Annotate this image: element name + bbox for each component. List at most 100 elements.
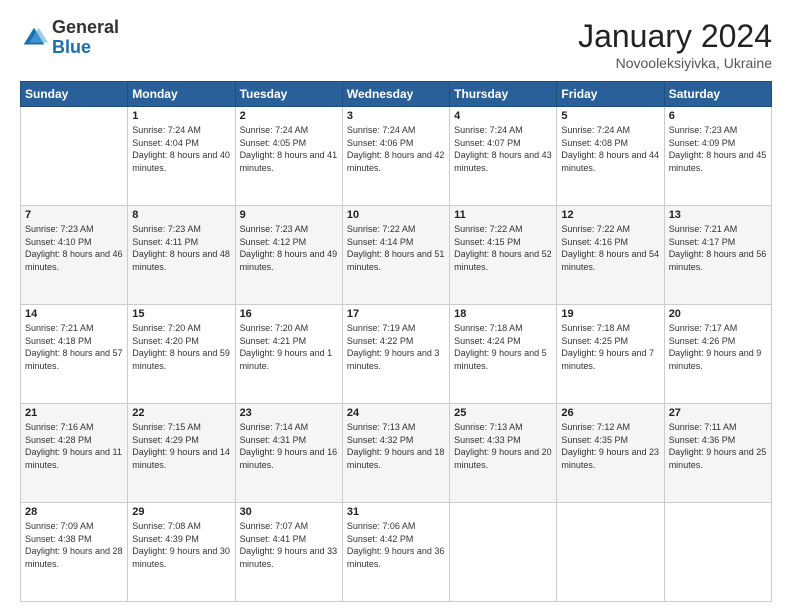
cell-info: Sunrise: 7:15 AMSunset: 4:29 PMDaylight:…: [132, 421, 230, 471]
cell-info: Sunrise: 7:24 AMSunset: 4:05 PMDaylight:…: [240, 124, 338, 174]
logo-blue: Blue: [52, 37, 91, 57]
day-number: 31: [347, 506, 445, 518]
cell-info: Sunrise: 7:21 AMSunset: 4:18 PMDaylight:…: [25, 322, 123, 372]
cell-info: Sunrise: 7:07 AMSunset: 4:41 PMDaylight:…: [240, 520, 338, 570]
day-number: 8: [132, 209, 230, 221]
day-number: 12: [561, 209, 659, 221]
cell-info: Sunrise: 7:06 AMSunset: 4:42 PMDaylight:…: [347, 520, 445, 570]
table-cell: 7 Sunrise: 7:23 AMSunset: 4:10 PMDaylight…: [21, 206, 128, 305]
table-cell: 21 Sunrise: 7:16 AMSunset: 4:28 PMDayligh…: [21, 404, 128, 503]
day-number: 11: [454, 209, 552, 221]
table-cell: 6Sunrise: 7:23 AMSunset: 4:09 PMDaylight…: [664, 107, 771, 206]
day-number: 3: [347, 110, 445, 122]
cell-info: Sunrise: 7:24 AMSunset: 4:07 PMDaylight:…: [454, 124, 552, 174]
table-cell: 8 Sunrise: 7:23 AMSunset: 4:11 PMDaylight…: [128, 206, 235, 305]
col-thursday: Thursday: [450, 82, 557, 107]
cell-info: Sunrise: 7:09 AMSunset: 4:38 PMDaylight:…: [25, 520, 123, 570]
day-number: 13: [669, 209, 767, 221]
cell-info: Sunrise: 7:24 AMSunset: 4:06 PMDaylight:…: [347, 124, 445, 174]
table-cell: [664, 503, 771, 602]
day-number: 26: [561, 407, 659, 419]
cell-info: Sunrise: 7:08 AMSunset: 4:39 PMDaylight:…: [132, 520, 230, 570]
page: General Blue January 2024 Novooleksiyivk…: [0, 0, 792, 612]
location-subtitle: Novooleksiyivka, Ukraine: [578, 55, 772, 71]
cell-info: Sunrise: 7:14 AMSunset: 4:31 PMDaylight:…: [240, 421, 338, 471]
week-row-4: 21 Sunrise: 7:16 AMSunset: 4:28 PMDayligh…: [21, 404, 772, 503]
col-wednesday: Wednesday: [342, 82, 449, 107]
col-monday: Monday: [128, 82, 235, 107]
table-cell: 11 Sunrise: 7:22 AMSunset: 4:15 PMDayligh…: [450, 206, 557, 305]
cell-info: Sunrise: 7:12 AMSunset: 4:35 PMDaylight:…: [561, 421, 659, 471]
col-friday: Friday: [557, 82, 664, 107]
day-number: 21: [25, 407, 123, 419]
cell-info: Sunrise: 7:19 AMSunset: 4:22 PMDaylight:…: [347, 322, 445, 372]
table-cell: 5Sunrise: 7:24 AMSunset: 4:08 PMDaylight…: [557, 107, 664, 206]
table-cell: 29 Sunrise: 7:08 AMSunset: 4:39 PMDayligh…: [128, 503, 235, 602]
day-number: 23: [240, 407, 338, 419]
table-cell: 26 Sunrise: 7:12 AMSunset: 4:35 PMDayligh…: [557, 404, 664, 503]
day-number: 22: [132, 407, 230, 419]
day-number: 2: [240, 110, 338, 122]
day-number: 28: [25, 506, 123, 518]
day-number: 5: [561, 110, 659, 122]
table-cell: 19Sunrise: 7:18 AMSunset: 4:25 PMDayligh…: [557, 305, 664, 404]
table-cell: 2 Sunrise: 7:24 AMSunset: 4:05 PMDaylight…: [235, 107, 342, 206]
day-number: 1: [132, 110, 230, 122]
day-number: 14: [25, 308, 123, 320]
day-number: 29: [132, 506, 230, 518]
day-number: 10: [347, 209, 445, 221]
table-cell: 30 Sunrise: 7:07 AMSunset: 4:41 PMDayligh…: [235, 503, 342, 602]
table-cell: 31 Sunrise: 7:06 AMSunset: 4:42 PMDayligh…: [342, 503, 449, 602]
cell-info: Sunrise: 7:24 AMSunset: 4:04 PMDaylight:…: [132, 124, 230, 174]
day-number: 7: [25, 209, 123, 221]
day-number: 4: [454, 110, 552, 122]
table-cell: 14 Sunrise: 7:21 AMSunset: 4:18 PMDayligh…: [21, 305, 128, 404]
month-title: January 2024: [578, 18, 772, 55]
cell-info: Sunrise: 7:23 AMSunset: 4:11 PMDaylight:…: [132, 223, 230, 273]
table-cell: 17Sunrise: 7:19 AMSunset: 4:22 PMDayligh…: [342, 305, 449, 404]
table-cell: 1 Sunrise: 7:24 AMSunset: 4:04 PMDaylight…: [128, 107, 235, 206]
table-cell: 27 Sunrise: 7:11 AMSunset: 4:36 PMDayligh…: [664, 404, 771, 503]
day-number: 20: [669, 308, 767, 320]
day-number: 18: [454, 308, 552, 320]
table-cell: [21, 107, 128, 206]
cell-info: Sunrise: 7:23 AMSunset: 4:12 PMDaylight:…: [240, 223, 338, 273]
cell-info: Sunrise: 7:17 AMSunset: 4:26 PMDaylight:…: [669, 322, 767, 372]
table-cell: 28 Sunrise: 7:09 AMSunset: 4:38 PMDayligh…: [21, 503, 128, 602]
table-cell: 9 Sunrise: 7:23 AMSunset: 4:12 PMDaylight…: [235, 206, 342, 305]
col-tuesday: Tuesday: [235, 82, 342, 107]
day-number: 9: [240, 209, 338, 221]
table-cell: 13 Sunrise: 7:21 AMSunset: 4:17 PMDayligh…: [664, 206, 771, 305]
day-number: 30: [240, 506, 338, 518]
header: General Blue January 2024 Novooleksiyivk…: [20, 18, 772, 71]
cell-info: Sunrise: 7:13 AMSunset: 4:33 PMDaylight:…: [454, 421, 552, 471]
table-cell: 22 Sunrise: 7:15 AMSunset: 4:29 PMDayligh…: [128, 404, 235, 503]
table-cell: 12 Sunrise: 7:22 AMSunset: 4:16 PMDayligh…: [557, 206, 664, 305]
table-cell: 24Sunrise: 7:13 AMSunset: 4:32 PMDayligh…: [342, 404, 449, 503]
day-number: 15: [132, 308, 230, 320]
cell-info: Sunrise: 7:18 AMSunset: 4:25 PMDaylight:…: [561, 322, 659, 372]
col-saturday: Saturday: [664, 82, 771, 107]
week-row-3: 14 Sunrise: 7:21 AMSunset: 4:18 PMDayligh…: [21, 305, 772, 404]
cell-info: Sunrise: 7:23 AMSunset: 4:10 PMDaylight:…: [25, 223, 123, 273]
cell-info: Sunrise: 7:11 AMSunset: 4:36 PMDaylight:…: [669, 421, 767, 471]
cell-info: Sunrise: 7:16 AMSunset: 4:28 PMDaylight:…: [25, 421, 123, 471]
day-number: 27: [669, 407, 767, 419]
day-number: 25: [454, 407, 552, 419]
table-cell: 18Sunrise: 7:18 AMSunset: 4:24 PMDayligh…: [450, 305, 557, 404]
table-cell: 16 Sunrise: 7:20 AMSunset: 4:21 PMDayligh…: [235, 305, 342, 404]
logo-general: General: [52, 17, 119, 37]
cell-info: Sunrise: 7:21 AMSunset: 4:17 PMDaylight:…: [669, 223, 767, 273]
cell-info: Sunrise: 7:20 AMSunset: 4:21 PMDaylight:…: [240, 322, 338, 372]
day-number: 16: [240, 308, 338, 320]
table-cell: 15Sunrise: 7:20 AMSunset: 4:20 PMDayligh…: [128, 305, 235, 404]
cell-info: Sunrise: 7:23 AMSunset: 4:09 PMDaylight:…: [669, 124, 767, 174]
calendar-header-row: Sunday Monday Tuesday Wednesday Thursday…: [21, 82, 772, 107]
week-row-5: 28 Sunrise: 7:09 AMSunset: 4:38 PMDayligh…: [21, 503, 772, 602]
cell-info: Sunrise: 7:22 AMSunset: 4:16 PMDaylight:…: [561, 223, 659, 273]
table-cell: 10Sunrise: 7:22 AMSunset: 4:14 PMDayligh…: [342, 206, 449, 305]
cell-info: Sunrise: 7:22 AMSunset: 4:15 PMDaylight:…: [454, 223, 552, 273]
week-row-2: 7 Sunrise: 7:23 AMSunset: 4:10 PMDaylight…: [21, 206, 772, 305]
table-cell: [557, 503, 664, 602]
logo-text: General Blue: [52, 18, 119, 58]
